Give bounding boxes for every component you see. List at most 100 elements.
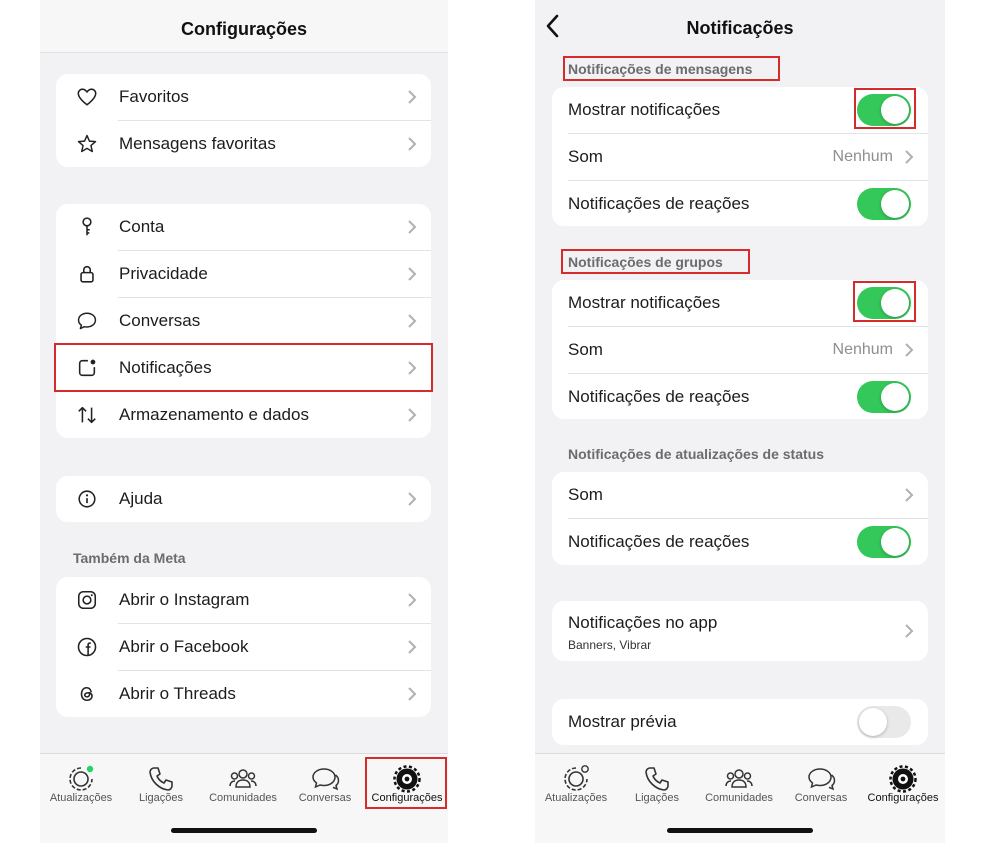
row-label: Favoritos [119, 87, 189, 106]
toggle-knob [881, 528, 909, 556]
row-label: Notificações de reações [568, 194, 750, 213]
chevron-right-icon [408, 90, 417, 104]
show-preview-toggle[interactable] [857, 706, 911, 738]
tab-ligacoes[interactable]: Ligações [120, 754, 202, 814]
chevron-right-icon [408, 314, 417, 328]
info-icon [78, 490, 96, 508]
page-title: Configurações [180, 19, 308, 39]
tab-atualizacoes[interactable]: Atualizações [40, 754, 122, 814]
row-label: Mostrar notificações [568, 293, 721, 312]
chevron-right-icon [905, 488, 914, 502]
facebook-icon [77, 637, 97, 657]
row-label: Som [568, 340, 603, 359]
chevron-right-icon [408, 492, 417, 506]
row-label: Conta [119, 217, 165, 236]
communities-icon [229, 769, 257, 788]
threads-icon [80, 686, 93, 702]
key-icon [82, 217, 92, 236]
updates-icon [564, 765, 589, 791]
row-in-app-notifications[interactable]: Notificações no app Banners, Vibrar [552, 601, 928, 661]
navigation-bar: Notificações [535, 0, 945, 50]
row-label: Conversas [119, 311, 201, 330]
row-label: Notificações de reações [568, 387, 750, 406]
page-title: Notificações [686, 18, 794, 38]
tab-atualizacoes[interactable]: Atualizações [535, 754, 617, 814]
row-show-preview: Mostrar prévia [552, 699, 928, 745]
tab-conversas[interactable]: Conversas [284, 754, 366, 814]
instagram-icon [77, 590, 97, 610]
in-app-group: Notificações no app Banners, Vibrar [552, 601, 928, 661]
row-label: Abrir o Instagram [119, 590, 250, 609]
chevron-right-icon [408, 408, 417, 422]
up-down-arrows-icon [78, 406, 96, 424]
meta-apps-group: Abrir o Instagram Abrir o Facebook Abrir… [56, 577, 431, 717]
updates-icon [69, 765, 94, 791]
group-reactions-toggle[interactable] [857, 381, 911, 413]
row-message-reactions: Notificações de reações [552, 181, 928, 226]
chevron-right-icon [408, 640, 417, 654]
tab-label: Configurações [867, 792, 939, 804]
highlight-notificacoes [54, 343, 433, 392]
chevron-right-icon [905, 150, 914, 164]
toggle-knob [881, 383, 909, 411]
row-threads[interactable]: Abrir o Threads [56, 671, 431, 717]
chevron-right-icon [408, 267, 417, 281]
chevron-right-icon [408, 593, 417, 607]
highlight-configuracoes-tab [365, 757, 447, 809]
row-privacidade[interactable]: Privacidade [56, 251, 431, 297]
message-reactions-toggle[interactable] [857, 188, 911, 220]
chevron-right-icon [408, 137, 417, 151]
tab-ligacoes[interactable]: Ligações [616, 754, 698, 814]
account-group: Conta Privacidade Conversas Notificações… [56, 204, 431, 438]
row-label: Som [568, 485, 603, 504]
preview-group: Mostrar prévia [552, 699, 928, 745]
status-group: Som Notificações de reações [552, 472, 928, 565]
row-favoritos[interactable]: Favoritos [56, 74, 431, 120]
section-header-meta: Também da Meta [73, 550, 186, 566]
row-sublabel: Banners, Vibrar [568, 638, 652, 652]
tab-comunidades[interactable]: Comunidades [202, 754, 284, 814]
toggle-knob [859, 708, 887, 736]
chevron-right-icon [408, 220, 417, 234]
row-status-sound[interactable]: Som [552, 472, 928, 518]
row-ajuda[interactable]: Ajuda [56, 476, 431, 522]
tab-comunidades[interactable]: Comunidades [698, 754, 780, 814]
row-label: Notificações no app [568, 613, 718, 632]
row-facebook[interactable]: Abrir o Facebook [56, 624, 431, 670]
row-armazenamento[interactable]: Armazenamento e dados [56, 392, 431, 438]
row-label: Mostrar notificações [568, 100, 721, 119]
row-group-reactions: Notificações de reações [552, 374, 928, 419]
row-instagram[interactable]: Abrir o Instagram [56, 577, 431, 623]
notifications-screen: Notificações Notificações de mensagens M… [535, 0, 945, 843]
row-message-sound[interactable]: Som Nenhum [552, 134, 928, 180]
favorites-group: Favoritos Mensagens favoritas [56, 74, 431, 167]
row-group-sound[interactable]: Som Nenhum [552, 327, 928, 373]
row-conta[interactable]: Conta [56, 204, 431, 250]
row-label: Abrir o Facebook [119, 637, 249, 656]
highlight-groups-header [561, 249, 750, 274]
row-conversas[interactable]: Conversas [56, 298, 431, 344]
navigation-bar: Configurações [40, 0, 448, 53]
status-reactions-toggle[interactable] [857, 526, 911, 558]
row-label: Abrir o Threads [119, 684, 236, 703]
row-label: Mostrar prévia [568, 712, 677, 731]
row-label: Mensagens favoritas [119, 134, 276, 153]
settings-screen: Configurações Favoritos Mensagens favori… [40, 0, 448, 843]
row-mensagens-favoritas[interactable]: Mensagens favoritas [56, 121, 431, 167]
highlight-messages-header [563, 56, 780, 81]
heart-icon [77, 88, 97, 106]
settings-icon [889, 765, 917, 793]
sound-value: Nenhum [832, 341, 893, 358]
lock-icon [80, 265, 94, 283]
home-indicator [171, 828, 317, 833]
row-status-reactions: Notificações de reações [552, 519, 928, 565]
chevron-right-icon [905, 624, 914, 638]
row-label: Privacidade [119, 264, 208, 283]
communities-icon [725, 769, 753, 788]
tab-conversas[interactable]: Conversas [780, 754, 862, 814]
chats-icon [312, 768, 340, 791]
section-header-status: Notificações de atualizações de status [568, 446, 824, 462]
chat-bubble-icon [77, 312, 97, 330]
tab-configuracoes[interactable]: Configurações [862, 754, 944, 814]
chevron-right-icon [905, 343, 914, 357]
